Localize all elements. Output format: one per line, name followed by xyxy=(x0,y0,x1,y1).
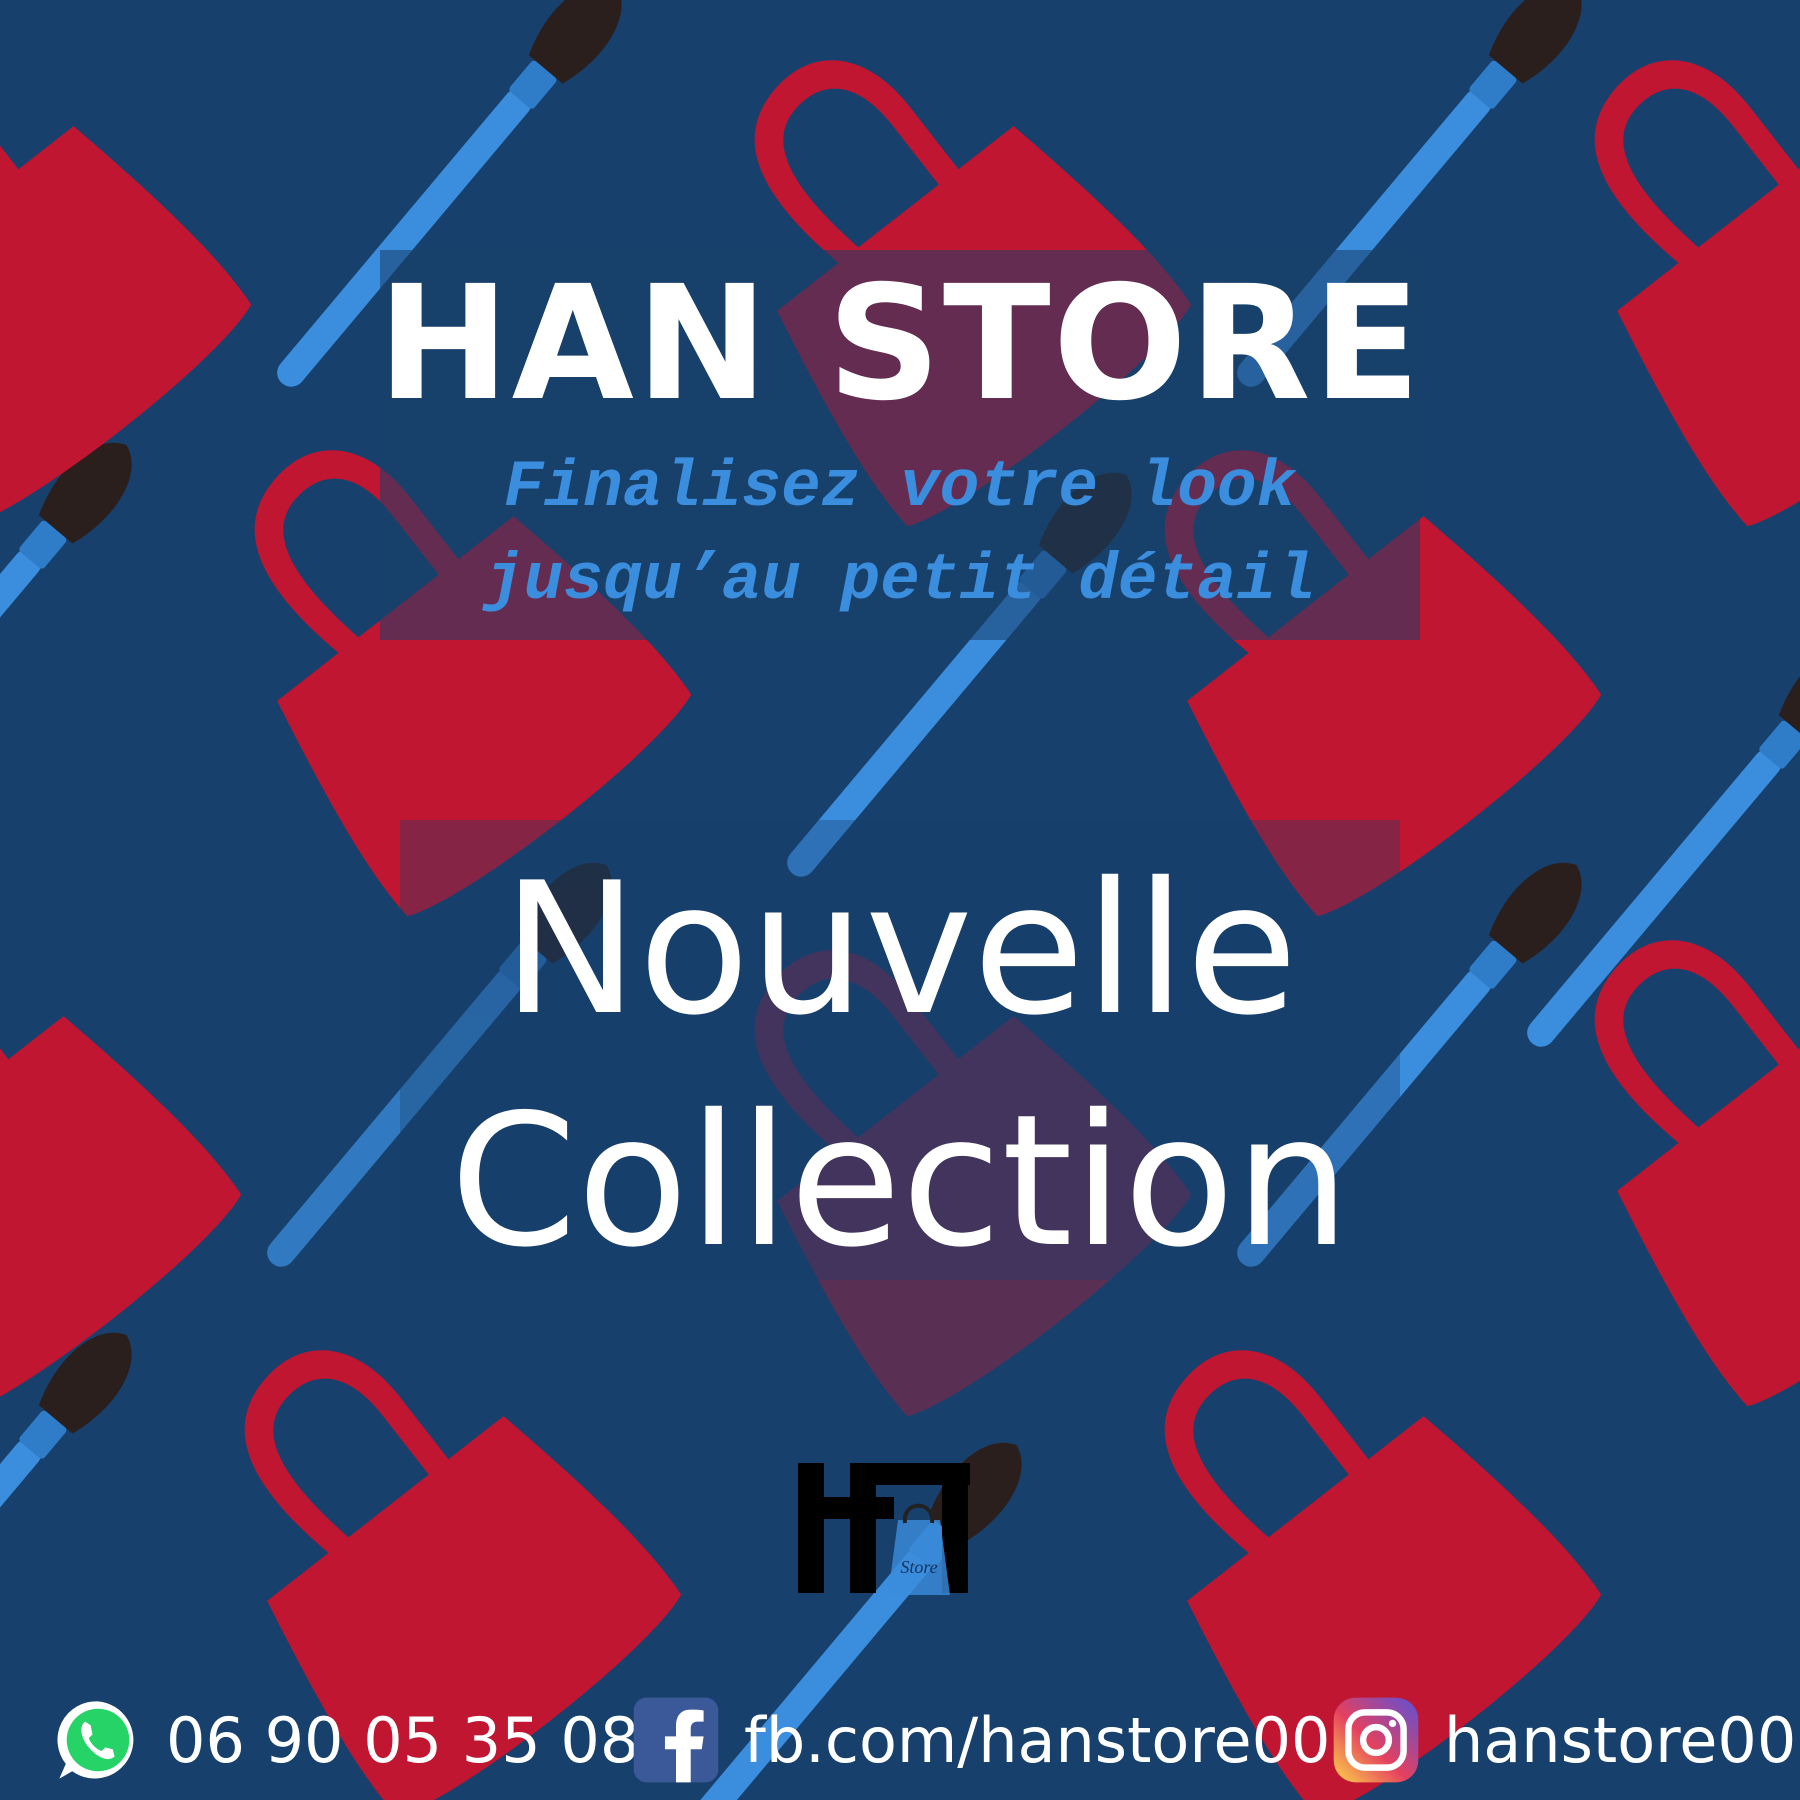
contact-instagram[interactable]: hanstore00 xyxy=(1330,1690,1796,1790)
facebook-icon xyxy=(633,1697,719,1783)
poster: HAN STORE Finalisez votre look jusqu’au … xyxy=(0,0,1800,1800)
instagram-handle: hanstore00 xyxy=(1444,1703,1797,1777)
facebook-url: fb.com/hanstore00 xyxy=(744,1703,1331,1777)
whatsapp-number: 06 90 05 35 08 xyxy=(166,1703,640,1777)
tagline-line-1: Finalisez votre look xyxy=(503,450,1297,525)
headline-line-1: Nouvelle xyxy=(502,843,1298,1055)
han-store-logo: Store xyxy=(798,1463,970,1595)
contact-whatsapp[interactable]: 06 90 05 35 08 xyxy=(52,1690,639,1790)
whatsapp-icon xyxy=(57,1701,134,1779)
headline-line-2: Collection xyxy=(449,1075,1351,1287)
instagram-icon xyxy=(1333,1697,1419,1783)
contact-facebook[interactable]: fb.com/hanstore00 xyxy=(630,1690,1331,1790)
logo-caption: Store xyxy=(900,1557,937,1577)
footer-contacts: 06 90 05 35 08 fb.com/hanstore00 hanstor… xyxy=(0,1690,1800,1790)
tagline-line-2: jusqu’au petit détail xyxy=(484,543,1316,618)
brand-title: HAN STORE xyxy=(377,252,1423,436)
